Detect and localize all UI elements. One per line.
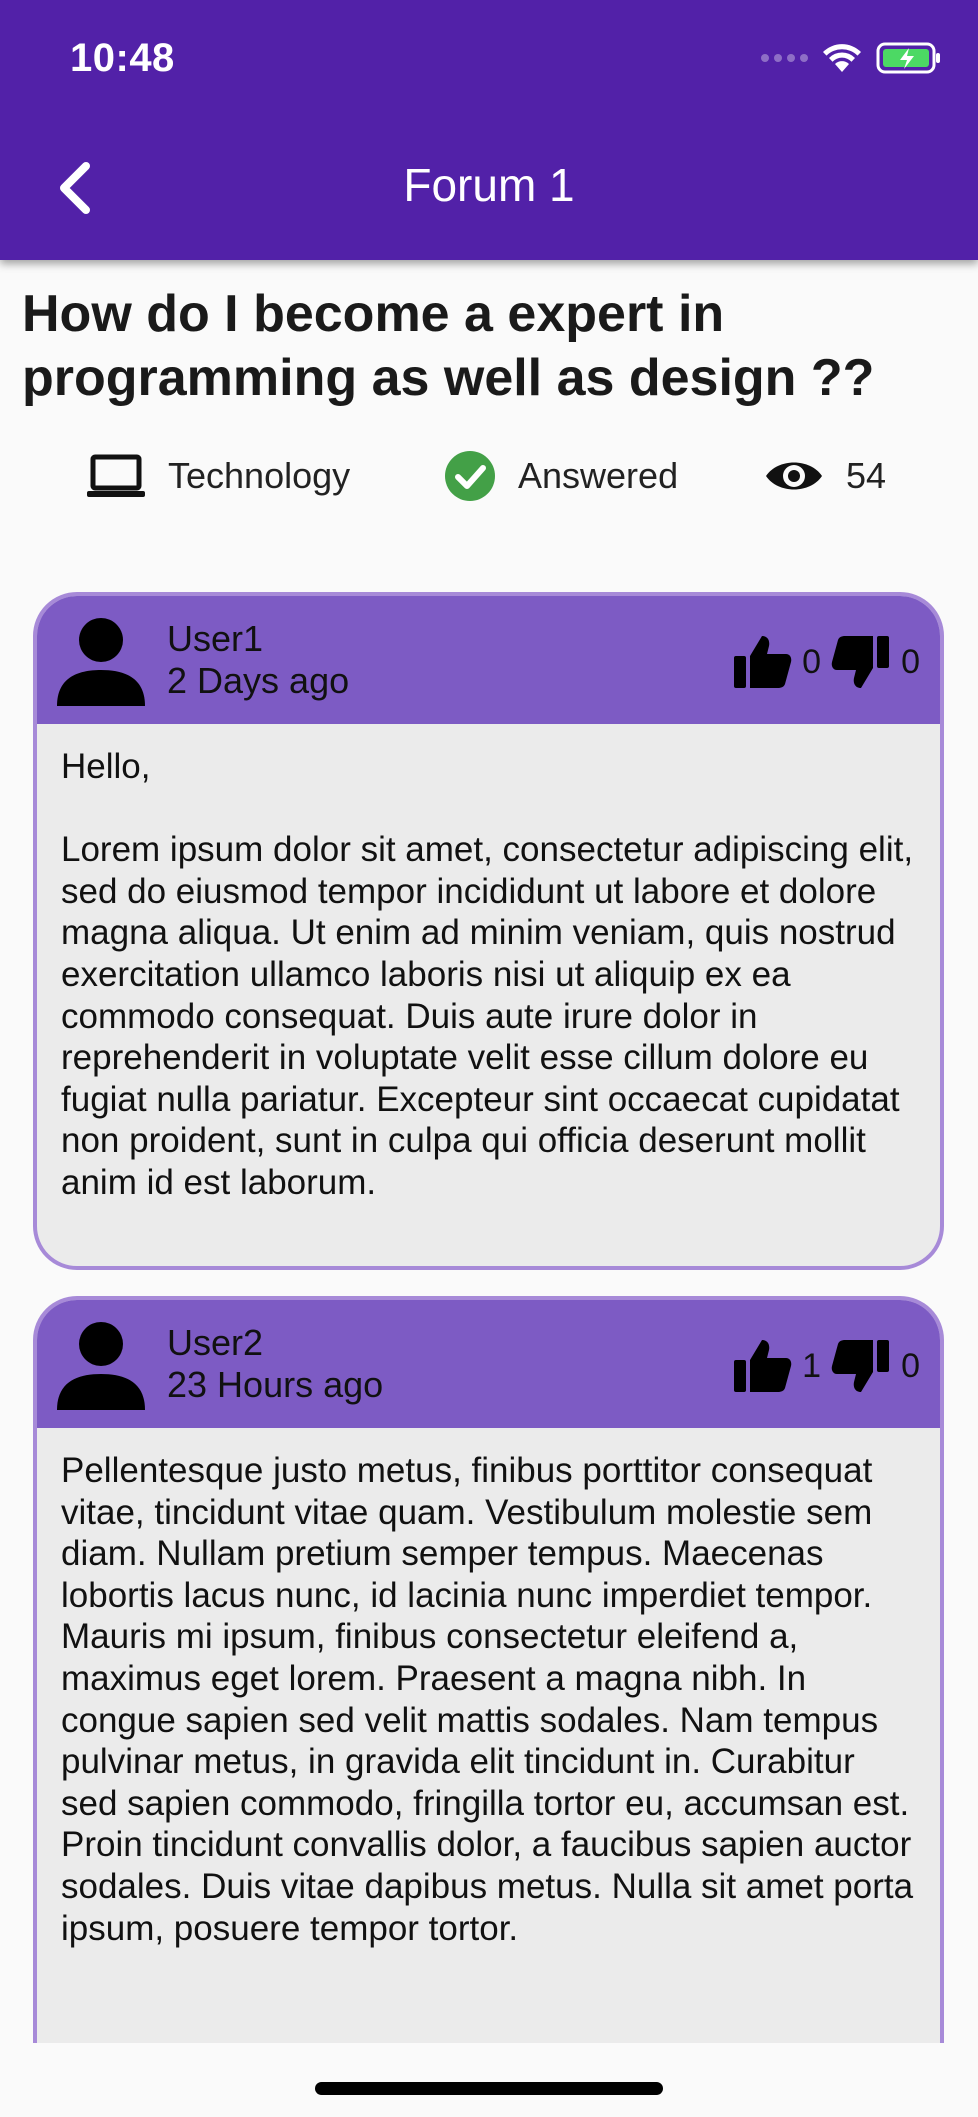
- person-icon: [57, 1322, 145, 1410]
- like-count: 1: [802, 1346, 822, 1385]
- eye-icon: [766, 462, 822, 490]
- post-header: User2 23 Hours ago 1 0: [37, 1300, 940, 1428]
- post-time: 23 Hours ago: [167, 1364, 384, 1405]
- post-author[interactable]: User1: [167, 618, 263, 660]
- post-card: User2 23 Hours ago 1 0 Pellentesque just…: [33, 1296, 944, 2117]
- app-bar: 10:48 Forum 1: [0, 0, 978, 260]
- category-info: Technology: [86, 446, 350, 506]
- status-info: Answered: [444, 446, 678, 506]
- dislike-button[interactable]: 0: [831, 634, 920, 690]
- thumbs-down-icon: [831, 636, 890, 688]
- post-author[interactable]: User2: [167, 1322, 263, 1364]
- question-meta: Technology Answered 54: [0, 446, 978, 506]
- dislike-count: 0: [901, 642, 920, 681]
- thumbs-up-icon: [734, 1340, 792, 1392]
- post-votes: 0 0: [732, 634, 920, 690]
- like-button[interactable]: 1: [732, 1338, 821, 1394]
- post-time: 2 Days ago: [167, 660, 350, 701]
- dislike-button[interactable]: 0: [831, 1338, 920, 1394]
- page-title: Forum 1: [403, 159, 575, 211]
- like-button[interactable]: 0: [732, 634, 821, 690]
- cellular-signal-icon: [761, 54, 808, 62]
- post-votes: 1 0: [732, 1338, 920, 1394]
- status-icons: [761, 42, 942, 74]
- bottom-safe-area: [0, 2043, 978, 2117]
- like-count: 0: [802, 642, 822, 681]
- category-label: Technology: [168, 455, 351, 496]
- post-card: User1 2 Days ago 0 0 Hello, Lorem ipsum …: [33, 592, 944, 1270]
- post-body: Hello, Lorem ipsum dolor sit amet, conse…: [61, 747, 914, 1202]
- post-header: User1 2 Days ago 0 0: [37, 596, 940, 724]
- home-indicator[interactable]: [315, 2082, 663, 2095]
- battery-charging-icon: [876, 42, 940, 74]
- question-title: How do I become a expert in programming …: [22, 285, 875, 407]
- post-body: Pellentesque justo metus, finibus portti…: [61, 1451, 914, 1948]
- thumbs-down-icon: [831, 1340, 890, 1392]
- views-info: 54: [764, 446, 886, 506]
- thumbs-up-icon: [734, 636, 792, 688]
- status-time: 10:48: [70, 36, 175, 80]
- check-circle-icon: [445, 451, 495, 501]
- views-count: 54: [846, 455, 887, 496]
- status-label: Answered: [518, 455, 679, 496]
- wifi-icon: [823, 44, 861, 72]
- person-icon: [57, 618, 145, 706]
- laptop-icon: [87, 454, 145, 497]
- dislike-count: 0: [901, 1346, 920, 1385]
